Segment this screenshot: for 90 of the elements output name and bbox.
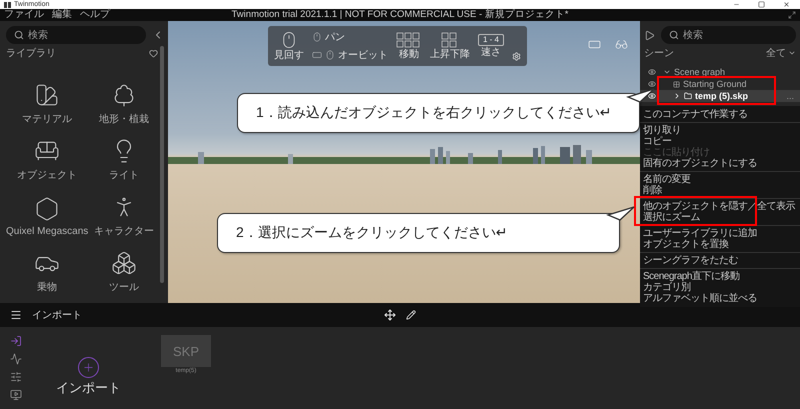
heart-icon[interactable]: [149, 48, 158, 58]
scrollbar[interactable]: [160, 46, 164, 283]
search-icon: [669, 30, 679, 40]
grid-icon: [673, 80, 680, 88]
menu-item[interactable]: ヘルプ: [80, 9, 110, 21]
tree-row[interactable]: Starting Ground: [640, 78, 800, 90]
library-label: 地形・植栽: [99, 112, 150, 126]
search-field[interactable]: 検索: [661, 26, 796, 44]
key-icon: [312, 50, 322, 60]
chevron-down-icon[interactable]: [663, 68, 671, 76]
nav-label: 速さ: [481, 47, 501, 58]
menu-item[interactable]: このコンテナで作業する: [640, 109, 750, 120]
screen-icon[interactable]: [10, 389, 22, 401]
nav-label: オービット: [338, 50, 388, 60]
boxes-icon: [111, 250, 138, 276]
menu-item[interactable]: ファイル: [4, 9, 44, 21]
menu-item[interactable]: 選択にズーム: [640, 212, 703, 223]
menu-item[interactable]: オブジェクトを置換: [640, 239, 732, 250]
menu-item[interactable]: 切り取り: [640, 125, 684, 136]
search-placeholder: 検索: [28, 28, 48, 42]
menu-item[interactable]: 削除: [640, 185, 665, 196]
menu-item[interactable]: シーングラフをたたむ: [640, 255, 741, 266]
more-button[interactable]: ...: [786, 91, 794, 101]
instruction-text: 1．読み込んだオブジェクトを右クリックしてください↵: [256, 104, 612, 122]
menu-item[interactable]: コピー: [640, 136, 674, 147]
library-item[interactable]: Quixel Megascans: [6, 188, 88, 244]
maximize-icon[interactable]: [758, 1, 765, 8]
app-logo-icon: [4, 2, 11, 8]
expand-icon[interactable]: [788, 11, 796, 19]
move-icon[interactable]: [384, 309, 396, 321]
chevron-right-icon[interactable]: [673, 92, 681, 100]
library-item[interactable]: 乗物: [6, 244, 88, 300]
library-label: ツール: [109, 281, 140, 294]
instruction-text: 2．選択にズームをクリックしてください↵: [236, 224, 508, 242]
tree-row[interactable]: temp (5).skp ...: [640, 90, 800, 102]
menu-item[interactable]: カテゴリ別: [640, 282, 694, 293]
slider-icon[interactable]: [10, 371, 22, 383]
plus-icon: [82, 361, 95, 374]
scene-heading: シーン: [644, 47, 674, 60]
keys-icon: [441, 32, 459, 48]
settings-icon[interactable]: [512, 52, 522, 61]
speed-keys: 1 - 4: [478, 34, 504, 46]
search-placeholder: 検索: [683, 28, 703, 42]
panel-title: インポート: [32, 309, 82, 322]
swatch-fan-icon: [34, 82, 60, 108]
library-label: マテリアル: [22, 113, 72, 126]
nav-label: パン: [325, 32, 345, 42]
menu-item[interactable]: 編集: [52, 9, 72, 21]
library-item[interactable]: マテリアル: [6, 76, 88, 132]
menu-item[interactable]: アルファベット順に並べる: [640, 293, 760, 304]
close-icon[interactable]: [783, 1, 790, 8]
library-label: 乗物: [37, 280, 58, 294]
library-item[interactable]: ツール: [88, 244, 160, 300]
library-item[interactable]: オブジェクト: [6, 132, 88, 188]
eye-icon[interactable]: [648, 68, 656, 76]
keys-icon: [396, 32, 422, 48]
menu-item[interactable]: 名前の変更: [640, 174, 694, 185]
library-item[interactable]: キャラクター: [88, 188, 160, 244]
hexagon-icon: [34, 196, 60, 222]
menu-icon[interactable]: [10, 309, 22, 321]
library-item[interactable]: 地形・植栽: [88, 76, 160, 132]
nav-label: 上昇下降: [430, 49, 470, 60]
search-icon: [14, 30, 24, 40]
library-label: オブジェクト: [17, 168, 78, 182]
folder-icon: [684, 92, 692, 100]
import-button[interactable]: インポート: [56, 357, 121, 401]
window-title: Twinmotion trial 2021.1.1 | NOT FOR COMMERCIAL USE - 新規プロジェクト*: [232, 9, 568, 21]
mouse-icon: [325, 50, 335, 60]
nav-label: 移動: [399, 49, 419, 60]
tree-label: temp (5).skp: [695, 91, 748, 101]
caret-icon: [788, 49, 796, 57]
library-label: ライト: [109, 169, 140, 182]
nav-label: 見回す: [274, 50, 304, 61]
menu-item[interactable]: ユーザーライブラリに追加: [640, 228, 760, 239]
tree-label: Starting Ground: [683, 79, 747, 89]
library-label: Quixel Megascans: [6, 226, 88, 236]
expand-panel-icon[interactable]: [644, 30, 655, 40]
import-icon[interactable]: [10, 335, 22, 347]
pencil-icon[interactable]: [406, 310, 416, 320]
minimize-icon[interactable]: [733, 1, 740, 8]
search-field[interactable]: 検索: [6, 26, 146, 44]
eye-icon[interactable]: [648, 80, 656, 88]
menu-item[interactable]: Scenegraph直下に移動: [640, 271, 742, 282]
filter-dropdown[interactable]: 全て: [766, 46, 796, 60]
mouse-icon: [312, 32, 322, 42]
library-item[interactable]: ライト: [88, 132, 160, 188]
wave-icon[interactable]: [10, 353, 22, 365]
menu-item[interactable]: 固有のオブジェクトにする: [640, 158, 760, 169]
library-heading: ライブラリ: [6, 46, 56, 60]
library-label: キャラクター: [94, 225, 154, 238]
